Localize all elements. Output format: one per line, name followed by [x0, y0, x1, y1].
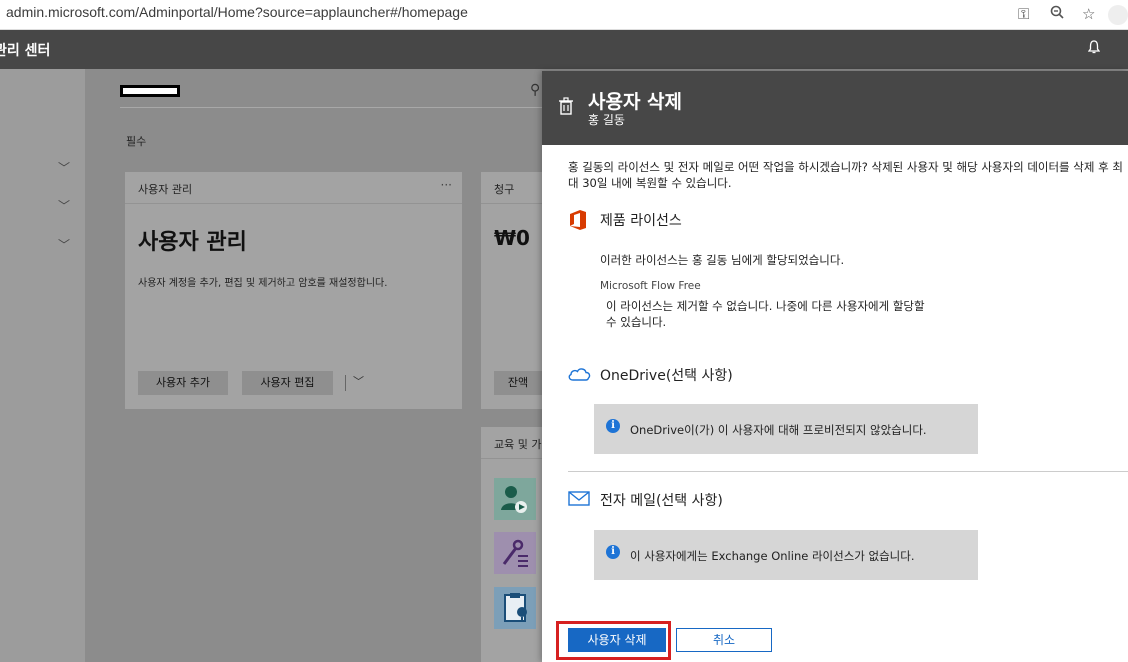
notification-bell-icon[interactable] — [1087, 40, 1101, 58]
user-management-card: 사용자 관리 ··· 사용자 관리 사용자 계정을 추가, 편집 및 제거하고 … — [125, 172, 462, 409]
licenses-section-title: 제품 라이선스 — [600, 213, 682, 229]
licenses-assigned-text: 이러한 라이선스는 홍 길동 님에게 할당되었습니다. — [600, 253, 845, 267]
panel-title: 사용자 삭제 — [588, 91, 683, 113]
panel-subtitle: 홍 길동 — [588, 113, 625, 127]
license-name: Microsoft Flow Free — [600, 280, 701, 292]
edit-user-button[interactable]: 사용자 편집 — [242, 371, 333, 395]
trash-icon — [559, 97, 573, 115]
onedrive-info-box: i OneDrive이(가) 이 사용자에 대해 프로비전되지 않았습니다. — [594, 404, 978, 454]
office-icon — [570, 210, 586, 230]
billing-amount: ₩0 — [494, 226, 530, 250]
chevron-down-icon[interactable]: ﹀ — [58, 236, 70, 253]
card-header: 사용자 관리 ··· — [125, 172, 462, 204]
redacted-org-name — [120, 85, 180, 97]
email-section-title: 전자 메일(선택 사항) — [600, 493, 723, 509]
card-header-title: 사용자 관리 — [138, 183, 193, 196]
info-icon: i — [606, 419, 620, 433]
delete-user-button[interactable]: 사용자 삭제 — [568, 628, 666, 652]
more-options-icon[interactable]: ··· — [441, 178, 452, 192]
onedrive-section-title: OneDrive(선택 사항) — [600, 368, 733, 384]
billing-card: 청구 ₩0 잔액 — [481, 172, 542, 409]
address-bar[interactable]: admin.microsoft.com/Adminportal/Home?sou… — [6, 4, 468, 20]
app-title: 관리 센터 — [0, 43, 51, 59]
left-navigation: ﹀ ﹀ ﹀ — [0, 69, 85, 662]
separator — [345, 375, 346, 391]
chevron-down-icon[interactable]: ﹀ — [58, 197, 70, 214]
panel-header: 사용자 삭제 홍 길동 — [542, 71, 1128, 145]
app-header: 관리 센터 — [0, 30, 1128, 69]
section-divider — [568, 471, 1128, 472]
delete-user-panel: 사용자 삭제 홍 길동 홍 길동의 라이선스 및 전자 메일로 어떤 작업을 하… — [542, 71, 1128, 662]
email-info-text: 이 사용자에게는 Exchange Online 라이선스가 없습니다. — [630, 549, 915, 563]
profile-icon[interactable] — [1108, 5, 1128, 25]
tools-icon[interactable] — [494, 532, 536, 574]
onedrive-info-text: OneDrive이(가) 이 사용자에 대해 프로비전되지 않았습니다. — [630, 423, 927, 437]
email-info-box: i 이 사용자에게는 Exchange Online 라이선스가 없습니다. — [594, 530, 978, 580]
card-description: 사용자 계정을 추가, 편집 및 제거하고 암호를 재설정합니다. — [138, 278, 388, 289]
search-icon[interactable]: ⚲ — [530, 82, 540, 98]
intro-text: 홍 길동의 라이선스 및 전자 메일로 어떤 작업을 하시겠습니까? 삭제된 사… — [568, 160, 1123, 190]
chevron-down-icon[interactable]: ﹀ — [353, 373, 364, 389]
bookmark-star-icon[interactable]: ☆ — [1082, 5, 1095, 23]
card-title: 사용자 관리 — [138, 230, 247, 255]
section-label: 필수 — [126, 135, 147, 148]
card-header-title: 교육 및 가 — [494, 438, 542, 451]
browser-bar: admin.microsoft.com/Adminportal/Home?sou… — [0, 0, 1128, 30]
balance-button[interactable]: 잔액 — [494, 371, 542, 395]
cancel-button[interactable]: 취소 — [676, 628, 772, 652]
key-icon[interactable]: ⚿ — [1018, 5, 1029, 23]
onedrive-cloud-icon — [568, 368, 591, 381]
mail-envelope-icon — [568, 491, 590, 506]
training-video-icon[interactable] — [494, 478, 536, 520]
card-header: 교육 및 가 — [481, 427, 542, 459]
zoom-icon[interactable] — [1050, 5, 1064, 23]
chevron-down-icon[interactable]: ﹀ — [58, 159, 70, 176]
card-header: 청구 — [481, 172, 542, 204]
clipboard-idea-icon[interactable] — [494, 587, 536, 629]
card-header-title: 청구 — [494, 183, 515, 196]
license-note: 이 라이선스는 제거할 수 없습니다. 나중에 다른 사용자에게 할당할 수 있… — [606, 299, 925, 329]
add-user-button[interactable]: 사용자 추가 — [138, 371, 228, 395]
info-icon: i — [606, 545, 620, 559]
divider — [120, 107, 550, 108]
